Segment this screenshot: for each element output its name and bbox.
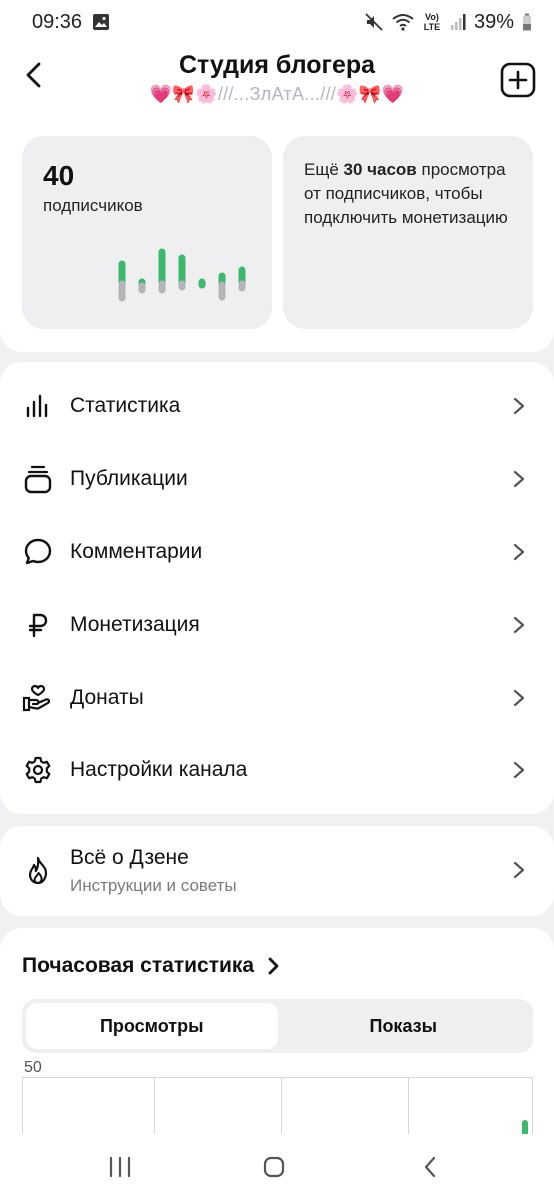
- home-button[interactable]: [254, 1147, 294, 1187]
- tab-views[interactable]: Просмотры: [26, 1003, 278, 1049]
- comment-icon: [22, 536, 54, 568]
- gear-icon: [22, 754, 54, 786]
- chevron-right-icon: [512, 615, 528, 635]
- recent-apps-button[interactable]: [100, 1147, 140, 1187]
- chevron-right-icon: [512, 688, 528, 708]
- status-left: 09:36: [32, 11, 110, 34]
- menu-item-label: Донаты: [70, 685, 144, 709]
- menu-item-publications[interactable]: Публикации: [0, 443, 554, 516]
- about-subtitle: Инструкции и советы: [70, 876, 237, 895]
- recent-apps-icon: [109, 1156, 131, 1178]
- system-nav-bar: [0, 1134, 554, 1200]
- studio-menu: Статистика Публикации Комментарии Монети…: [0, 362, 554, 814]
- battery-icon: [522, 13, 532, 31]
- menu-item-comments[interactable]: Комментарии: [0, 516, 554, 589]
- promo-text-before: Ещё: [304, 160, 344, 179]
- ruble-icon: [22, 609, 54, 641]
- battery-percent: 39%: [473, 10, 514, 33]
- gallery-icon: [92, 13, 110, 31]
- chevron-right-icon: [512, 469, 528, 489]
- menu-item-label: Настройки канала: [70, 758, 248, 782]
- chevron-right-icon: [512, 396, 528, 416]
- menu-item-donations[interactable]: Донаты: [0, 661, 554, 734]
- network-label: Vo) LTE: [423, 12, 441, 32]
- channel-name: 💗🎀🌸///...ЗлАтА...///🌸🎀💗: [149, 84, 405, 104]
- signal-icon: [450, 13, 466, 31]
- status-bar: 09:36 Vo) LTE 39%: [0, 0, 554, 44]
- hourly-stats-section: Почасовая статистика Просмотры Показы 50: [0, 928, 554, 1158]
- system-back-button[interactable]: [410, 1147, 450, 1187]
- home-icon: [263, 1156, 285, 1178]
- hourly-chart: [22, 1077, 533, 1139]
- studio-summary: Студия блогера 💗🎀🌸///...ЗлАтА...///🌸🎀💗 4…: [0, 44, 554, 352]
- hourly-stats-link[interactable]: Почасовая статистика: [22, 954, 280, 978]
- y-axis-max-label: 50: [24, 1059, 42, 1076]
- menu-item-label: Комментарии: [70, 539, 203, 563]
- monetization-progress-card[interactable]: Ещё 30 часов просмотра от подписчиков, ч…: [283, 136, 533, 329]
- tab-impressions[interactable]: Показы: [278, 1003, 530, 1049]
- plus-square-icon: [500, 62, 536, 98]
- page-title: Студия блогера: [178, 51, 376, 79]
- wifi-icon: [392, 13, 414, 31]
- promo-hours: 30 часов: [343, 160, 417, 179]
- subscribers-label: подписчиков: [43, 196, 143, 215]
- subscribers-count: 40: [43, 160, 75, 191]
- menu-item-label: Монетизация: [70, 612, 200, 636]
- donate-hand-icon: [22, 682, 54, 714]
- menu-item-channel-settings[interactable]: Настройки канала: [0, 734, 554, 807]
- bar-chart-icon: [22, 390, 54, 422]
- subscribers-mini-chart: [118, 248, 246, 302]
- back-icon: [424, 1156, 436, 1178]
- flame-icon: [22, 855, 54, 887]
- app-header: Студия блогера 💗🎀🌸///...ЗлАтА...///🌸🎀💗: [0, 44, 554, 124]
- status-time: 09:36: [32, 10, 83, 33]
- add-publication-button[interactable]: [500, 62, 536, 98]
- chevron-right-icon: [512, 860, 528, 880]
- status-right: Vo) LTE 39%: [364, 11, 532, 34]
- chevron-right-icon: [512, 760, 528, 780]
- mute-icon: [364, 12, 384, 32]
- monetization-progress-text: Ещё 30 часов просмотра от подписчиков, ч…: [304, 158, 519, 230]
- stack-icon: [22, 463, 54, 495]
- menu-item-label: Статистика: [70, 394, 181, 418]
- subscribers-card[interactable]: 40 подписчиков: [22, 136, 272, 329]
- about-zen-item[interactable]: Всё о Дзене Инструкции и советы: [0, 826, 554, 916]
- menu-item-statistics[interactable]: Статистика: [0, 370, 554, 443]
- menu-item-monetization[interactable]: Монетизация: [0, 588, 554, 661]
- menu-item-label: Публикации: [70, 467, 188, 491]
- hourly-stats-title: Почасовая статистика: [22, 954, 255, 977]
- chevron-right-icon: [512, 542, 528, 562]
- about-title: Всё о Дзене: [70, 846, 189, 869]
- stats-metric-switch: Просмотры Показы: [22, 999, 533, 1053]
- chevron-right-icon: [268, 957, 279, 975]
